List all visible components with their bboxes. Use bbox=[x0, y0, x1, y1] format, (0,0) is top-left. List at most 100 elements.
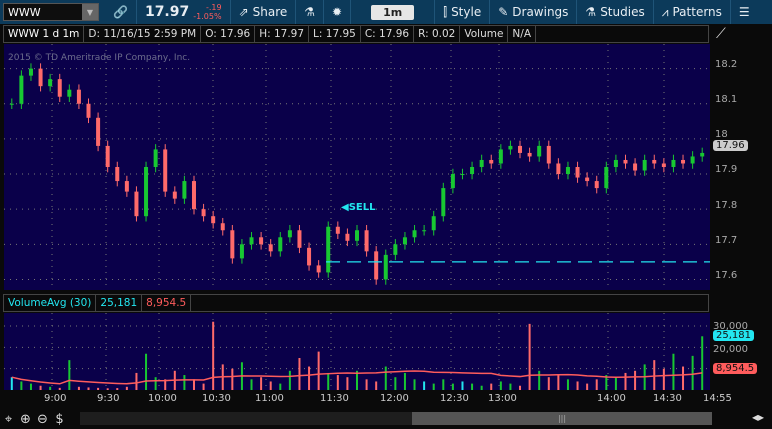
volume-bar bbox=[39, 385, 42, 390]
style-button[interactable]: ⫿ Style bbox=[435, 0, 491, 24]
dollar-icon[interactable]: $ bbox=[51, 412, 68, 427]
candle bbox=[28, 63, 33, 81]
share-label: Share bbox=[252, 5, 288, 19]
volume-bar bbox=[288, 370, 291, 390]
horizontal-scrollbar[interactable]: ||| bbox=[80, 412, 712, 425]
toolbar: WWW ▼ 🔗 17.97 -.19 -1.05% ⇗ Share ⚗ ✹ 1m ⫿ St… bbox=[0, 0, 772, 24]
crosshair-icon[interactable]: ⌖ bbox=[0, 412, 17, 427]
candle bbox=[383, 249, 388, 285]
candle bbox=[355, 224, 359, 247]
symbol-value: WWW bbox=[8, 5, 41, 19]
candle bbox=[661, 158, 666, 173]
flask-icon[interactable]: ⚗ bbox=[296, 0, 325, 24]
volume-bar bbox=[634, 370, 637, 390]
timeframe-button[interactable]: 1m bbox=[351, 0, 436, 24]
volume-bar bbox=[20, 381, 23, 390]
bar-date: D: 11/16/15 2:59 PM bbox=[84, 26, 202, 42]
studies-button[interactable]: ⚗ Studies bbox=[577, 0, 654, 24]
flask-icon: ⚗ bbox=[585, 5, 597, 19]
bar-range: R: 0.02 bbox=[414, 26, 461, 42]
time-axis-label: 14:00 bbox=[597, 393, 626, 404]
volume-bar bbox=[538, 370, 541, 390]
menu-icon[interactable]: ☰ bbox=[731, 0, 758, 24]
candle bbox=[441, 182, 446, 222]
volume-bar bbox=[231, 368, 234, 390]
price-chart[interactable] bbox=[4, 44, 710, 290]
volume-bar bbox=[29, 383, 32, 390]
candle bbox=[19, 70, 24, 110]
volume-bar bbox=[10, 377, 13, 390]
volume-bar bbox=[106, 388, 109, 390]
style-label: Style bbox=[451, 5, 482, 19]
candle bbox=[191, 175, 196, 215]
volume-bar bbox=[701, 336, 704, 390]
candle bbox=[57, 73, 62, 102]
volume-axis-label: 20,000 bbox=[713, 344, 748, 355]
sell-label: SELL bbox=[348, 202, 376, 213]
patterns-button[interactable]: ⩘ Patterns bbox=[654, 0, 731, 24]
candle bbox=[479, 154, 484, 173]
time-axis-label: 12:30 bbox=[440, 393, 469, 404]
price-axis-label: 17.8 bbox=[715, 200, 738, 211]
price-axis-label: 17.9 bbox=[715, 164, 738, 175]
gear-icon[interactable]: ✹ bbox=[324, 0, 352, 24]
candle bbox=[38, 63, 43, 92]
volume-bar bbox=[394, 377, 397, 390]
scrollbar-thumb[interactable]: ||| bbox=[412, 412, 712, 425]
time-axis-label: 9:30 bbox=[97, 393, 120, 404]
candle bbox=[201, 203, 206, 222]
candle bbox=[364, 224, 369, 257]
symbol-selector[interactable]: WWW ▼ bbox=[3, 3, 99, 21]
candle bbox=[470, 161, 475, 180]
zoom-out-icon[interactable]: ⊖ bbox=[34, 412, 51, 427]
share-button[interactable]: ⇗ Share bbox=[231, 0, 297, 24]
volume-bar bbox=[566, 379, 569, 390]
info-bar: WWW 1 d 1m D: 11/16/15 2:59 PM O: 17.96 … bbox=[3, 25, 709, 43]
volume-bar bbox=[145, 353, 148, 390]
volume-bar bbox=[308, 366, 311, 390]
candle bbox=[690, 151, 695, 169]
volume-bar bbox=[423, 381, 426, 390]
bar-low: L: 17.95 bbox=[309, 26, 361, 42]
pencil-icon: ✎ bbox=[498, 5, 509, 19]
watermark: 2015 © TD Ameritrade IP Company, Inc. bbox=[8, 53, 191, 63]
volume-value: N/A bbox=[508, 26, 536, 42]
candle bbox=[450, 168, 455, 194]
volume-chart[interactable] bbox=[4, 313, 710, 390]
volume-bar bbox=[68, 360, 71, 390]
price-axis-label: 18.2 bbox=[715, 59, 738, 70]
time-axis-label: 14:55 bbox=[703, 393, 732, 404]
candle bbox=[278, 232, 283, 257]
volume-bar bbox=[154, 377, 157, 390]
candle bbox=[48, 73, 53, 92]
chevron-down-icon[interactable]: ▼ bbox=[82, 4, 98, 20]
change-value: -.19 bbox=[205, 3, 222, 12]
last-price: 17.97 bbox=[144, 4, 190, 20]
candle bbox=[681, 154, 686, 169]
sell-marker[interactable]: ◀SELL bbox=[341, 202, 375, 213]
candle bbox=[153, 144, 158, 173]
expand-scale-icon[interactable]: ⟋ bbox=[716, 26, 726, 42]
time-axis-label: 11:30 bbox=[320, 393, 349, 404]
study-name[interactable]: VolumeAvg (30) bbox=[4, 295, 97, 311]
change-percent: -1.05% bbox=[193, 12, 222, 21]
candle bbox=[134, 186, 139, 222]
candle bbox=[422, 224, 427, 236]
volume-bar bbox=[365, 379, 368, 390]
time-axis-label: 9:00 bbox=[44, 393, 67, 404]
candle bbox=[96, 112, 101, 152]
volume-bar bbox=[336, 375, 339, 390]
candle bbox=[633, 158, 638, 176]
zoom-in-icon[interactable]: ⊕ bbox=[17, 412, 34, 427]
candle bbox=[642, 154, 647, 176]
quote: 17.97 -.19 -1.05% bbox=[137, 0, 231, 24]
price-axis-label: 17.6 bbox=[715, 270, 738, 281]
resize-handle-icon[interactable]: ◂▸ bbox=[752, 410, 764, 424]
drawings-button[interactable]: ✎ Drawings bbox=[490, 0, 578, 24]
volume-bar bbox=[49, 386, 52, 390]
candle bbox=[115, 161, 120, 187]
candle bbox=[86, 98, 91, 124]
link-icon[interactable]: 🔗 bbox=[105, 0, 137, 24]
volume-bar bbox=[480, 385, 483, 390]
candle-icon: ⫿ bbox=[443, 4, 448, 19]
